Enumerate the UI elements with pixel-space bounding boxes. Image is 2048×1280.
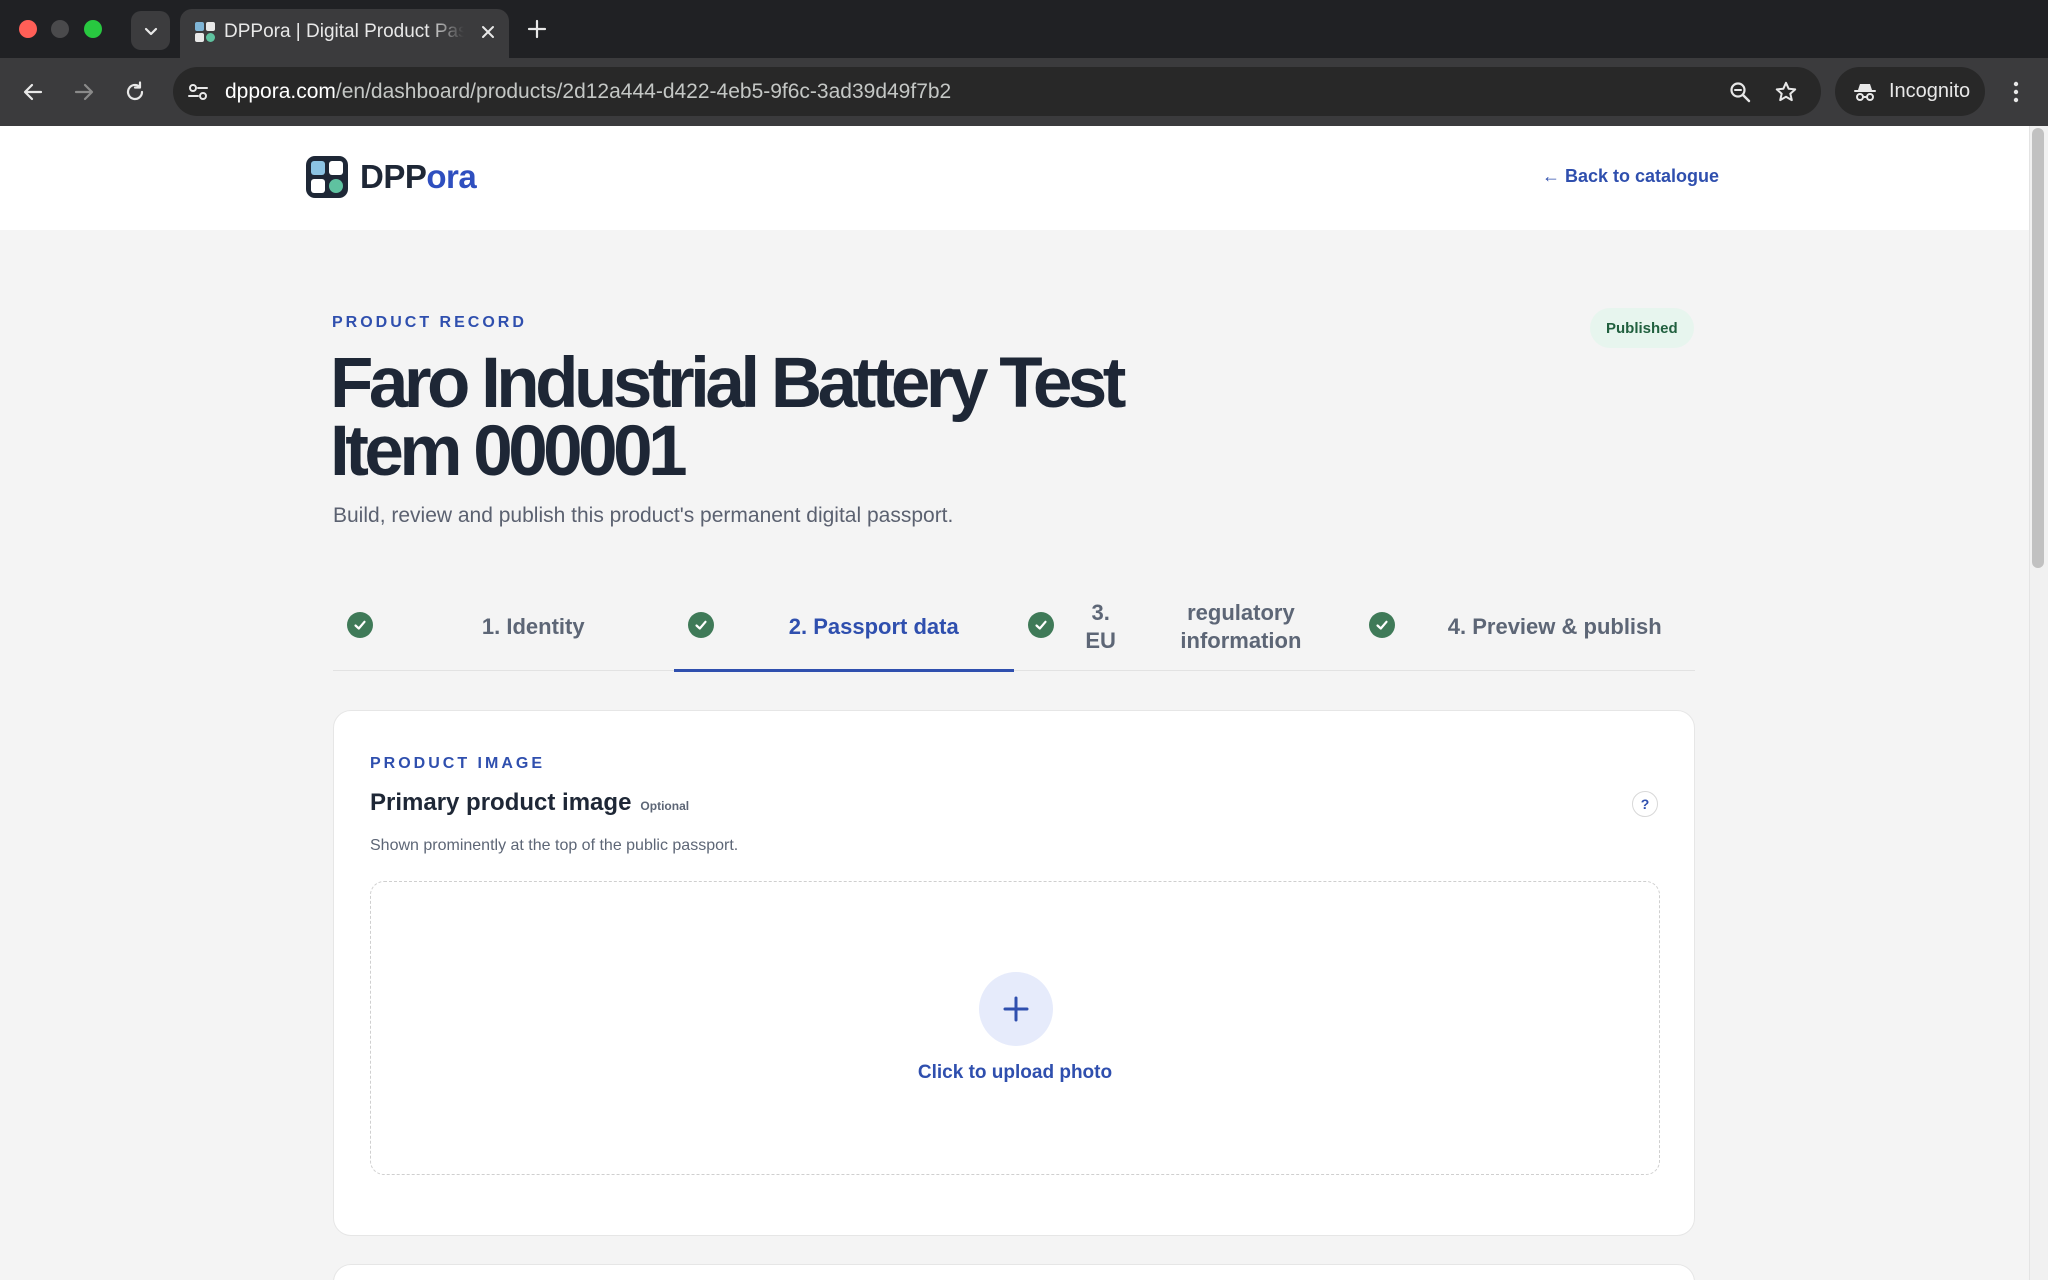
site-header: DPPora ← Back to catalogue bbox=[0, 126, 2029, 230]
step-label-line2: regulatory information bbox=[1180, 599, 1302, 653]
checkmark-icon bbox=[1028, 612, 1054, 638]
page-viewport: DPPora ← Back to catalogue PRODUCT RECOR… bbox=[0, 126, 2048, 1280]
step-identity[interactable]: 1. Identity bbox=[333, 582, 674, 671]
reload-icon[interactable] bbox=[121, 78, 149, 106]
status-badge: Published bbox=[1590, 308, 1694, 348]
logo-text-accent: ora bbox=[426, 158, 477, 195]
forward-arrow-icon[interactable] bbox=[70, 78, 98, 106]
step-label: 1. Identity bbox=[481, 613, 585, 639]
window-minimize-button[interactable] bbox=[51, 20, 69, 38]
address-bar[interactable]: dppora.com/en/dashboard/products/2d12a44… bbox=[173, 67, 1821, 116]
next-section-card bbox=[333, 1264, 1695, 1280]
page-title: Faro Industrial Battery Test Item 000001 bbox=[330, 344, 1126, 491]
optional-tag: Optional bbox=[640, 799, 690, 813]
photo-upload-dropzone[interactable]: Click to upload photo bbox=[370, 881, 1660, 1175]
incognito-indicator[interactable]: Incognito bbox=[1835, 67, 1985, 116]
url-host: dppora.com bbox=[225, 80, 336, 103]
chevron-down-icon bbox=[144, 27, 157, 35]
back-to-catalogue-link[interactable]: ← Back to catalogue bbox=[1542, 166, 1719, 187]
browser-menu-icon[interactable] bbox=[2004, 78, 2028, 106]
page-scrollbar-thumb[interactable] bbox=[2032, 128, 2044, 568]
checkmark-icon bbox=[687, 612, 714, 638]
logo-wordmark: DPPora bbox=[360, 158, 477, 196]
window-close-button[interactable] bbox=[19, 20, 37, 38]
tab-title: DPPora | Digital Product Passport bbox=[224, 21, 464, 42]
field-title-text: Primary product image bbox=[370, 789, 632, 816]
product-record-eyebrow: PRODUCT RECORD bbox=[332, 314, 527, 331]
plus-icon[interactable] bbox=[979, 972, 1053, 1046]
upload-photo-label[interactable]: Click to upload photo bbox=[371, 1062, 1659, 1084]
field-hint: Shown prominently at the top of the publ… bbox=[370, 837, 739, 854]
logo-text-main: DPP bbox=[360, 158, 427, 195]
url-path: /en/dashboard/products/2d12a444-d422-4eb… bbox=[335, 80, 952, 103]
step-label: 3. EU regulatory information bbox=[1074, 582, 1355, 671]
step-label: 2. Passport data bbox=[788, 613, 959, 639]
new-tab-plus-icon[interactable] bbox=[525, 17, 549, 41]
incognito-label: Incognito bbox=[1889, 80, 1971, 102]
page-subtitle: Build, review and publish this product's… bbox=[333, 504, 954, 527]
tab-search-button[interactable] bbox=[131, 11, 170, 50]
tab-close-icon[interactable] bbox=[477, 21, 499, 43]
step-eu-regulatory-information[interactable]: 3. EU regulatory information bbox=[1014, 582, 1355, 671]
back-arrow-icon[interactable] bbox=[19, 78, 47, 106]
step-label: 4. Preview & publish bbox=[1447, 613, 1662, 639]
product-image-card: PRODUCT IMAGE Primary product image Opti… bbox=[333, 710, 1695, 1236]
help-button[interactable]: ? bbox=[1632, 791, 1658, 817]
browser-tab-strip: DPPora | Digital Product Passport bbox=[0, 0, 2048, 58]
browser-tab-active[interactable]: DPPora | Digital Product Passport bbox=[180, 9, 509, 58]
zoom-icon[interactable] bbox=[1727, 79, 1753, 105]
site-settings-icon[interactable] bbox=[185, 79, 211, 105]
dppora-favicon-icon bbox=[195, 22, 215, 42]
field-title: Primary product image Optional bbox=[370, 789, 689, 817]
step-label-line1: 3. EU bbox=[1085, 599, 1116, 653]
step-preview-publish[interactable]: 4. Preview & publish bbox=[1355, 582, 1696, 671]
window-zoom-button[interactable] bbox=[84, 20, 102, 38]
bookmark-star-icon[interactable] bbox=[1773, 79, 1799, 105]
section-eyebrow: PRODUCT IMAGE bbox=[370, 755, 545, 772]
logo-mark-icon bbox=[306, 156, 348, 198]
browser-toolbar: dppora.com/en/dashboard/products/2d12a44… bbox=[0, 58, 2048, 126]
incognito-icon bbox=[1854, 83, 1876, 101]
checkmark-icon bbox=[347, 612, 373, 638]
url-text: dppora.com/en/dashboard/products/2d12a44… bbox=[225, 80, 951, 104]
dppora-logo[interactable]: DPPora bbox=[306, 156, 477, 198]
stepper-tabs: 1. Identity 2. Passport data 3. EU regula… bbox=[333, 582, 1696, 672]
checkmark-icon bbox=[1368, 612, 1395, 638]
step-passport-data[interactable]: 2. Passport data bbox=[673, 582, 1015, 672]
